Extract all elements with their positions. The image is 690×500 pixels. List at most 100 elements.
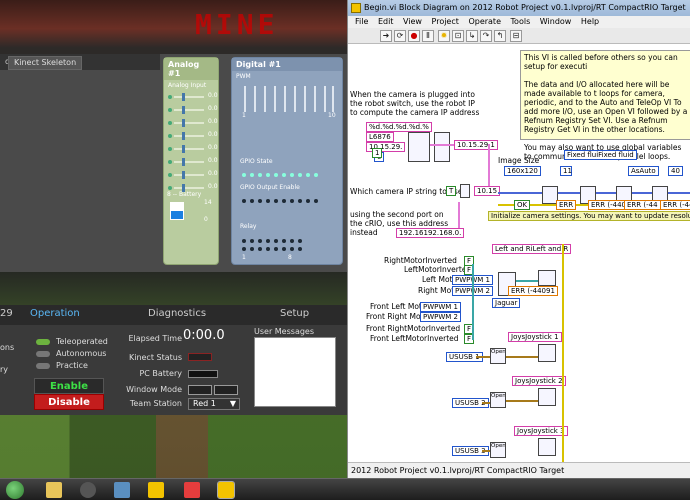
window-titlebar[interactable]: Begin.vi Block Diagram on 2012 Robot Pro… xyxy=(348,0,690,16)
format-into-string-node[interactable] xyxy=(408,132,430,162)
refnum-set-vi[interactable] xyxy=(538,270,556,286)
joystick-open-vi[interactable]: Open xyxy=(490,442,506,458)
radio-icon xyxy=(36,362,50,369)
drive-wire xyxy=(472,264,474,340)
motor-label: Front LeftMotorInverted xyxy=(370,334,459,343)
menu-project[interactable]: Project xyxy=(432,17,459,26)
relay-label: Relay xyxy=(240,223,257,230)
game-terrain xyxy=(0,408,347,478)
kinect-status-label: Kinect Status xyxy=(128,353,182,362)
relay-min: 1 xyxy=(242,254,246,261)
channel-slider-knob xyxy=(182,145,185,153)
pwm-constant-front-right[interactable]: PWPWM 2 xyxy=(420,312,462,322)
select-node[interactable] xyxy=(460,184,470,198)
align-icon[interactable]: ⊟ xyxy=(510,30,522,42)
pwm-max: 10 xyxy=(328,112,336,119)
step-over-icon[interactable]: ↷ xyxy=(480,30,492,42)
refnum-set-vi[interactable] xyxy=(538,438,556,456)
format-string-constant-2[interactable]: L6876 xyxy=(366,132,394,142)
menu-help[interactable]: Help xyxy=(581,17,599,26)
joystick-3-name[interactable]: JoysJoystick 3 xyxy=(514,426,568,436)
frc-icon[interactable] xyxy=(184,482,200,498)
mode-practice[interactable]: Practice xyxy=(36,361,88,371)
numeric-40-constant[interactable]: 40 xyxy=(668,166,683,176)
dashboard-panel: d Kinect Skeleton Analog #1 Analog Input… xyxy=(0,54,347,272)
run-icon[interactable]: ➜ xyxy=(380,30,392,42)
nav-setup-tab[interactable]: Setup xyxy=(280,308,309,319)
nav-operation-tab[interactable]: Operation xyxy=(30,308,80,319)
kinect-status-indicator xyxy=(188,353,212,361)
left-right-string[interactable]: Left and RiLeft and R xyxy=(492,244,572,254)
team-station-value: Red 1 xyxy=(193,399,216,408)
steam-icon[interactable] xyxy=(80,482,96,498)
step-out-icon[interactable]: ↰ xyxy=(494,30,506,42)
menu-window[interactable]: Window xyxy=(540,17,572,26)
alt-ip-constant[interactable]: 192.16192.168.0. xyxy=(396,228,465,238)
menu-tools[interactable]: Tools xyxy=(511,17,531,26)
diagram-comment-camera: When the camera is plugged into the robo… xyxy=(350,90,480,117)
joystick-open-vi[interactable]: Open xyxy=(490,392,506,408)
pwm-bar xyxy=(264,86,266,112)
mode-teleoperated[interactable]: Teleoperated xyxy=(36,337,108,347)
analog-rows: 0.0 0.0 0.0 0.0 0.0 0.0 0.0 0.0 xyxy=(164,91,218,195)
abort-icon[interactable]: ● xyxy=(408,30,420,42)
window-mode-docked-button[interactable] xyxy=(188,385,212,395)
highlight-execution-icon[interactable]: ✹ xyxy=(438,30,450,42)
fixed-fluid-constant[interactable]: Fixed fluiFixed fluid xyxy=(564,150,637,160)
run-continuous-icon[interactable]: ⟳ xyxy=(394,30,406,42)
team-station-select[interactable]: Red 1 ▼ xyxy=(188,398,240,410)
gpio-output-leds[interactable] xyxy=(242,196,337,203)
menu-view[interactable]: View xyxy=(403,17,422,26)
step-into-icon[interactable]: ↳ xyxy=(466,30,478,42)
refnum-set-vi[interactable] xyxy=(538,344,556,362)
joystick-2-name[interactable]: JoysJoystick 2 xyxy=(512,376,566,386)
joystick-open-vi[interactable]: Open xyxy=(490,348,506,364)
network-icon[interactable] xyxy=(114,482,130,498)
numeric-constant[interactable]: 11 xyxy=(560,166,572,176)
joystick-1-name[interactable]: JoysJoystick 1 xyxy=(508,332,562,342)
true-label: T xyxy=(449,187,454,195)
pwm-constant-front-left[interactable]: PWPWM 1 xyxy=(420,302,462,312)
format-string-constant[interactable]: %d.%d.%d.%d.% xyxy=(366,122,432,132)
menu-bar: File Edit View Project Operate Tools Win… xyxy=(348,16,690,28)
bool-constant[interactable]: 1 xyxy=(372,148,383,158)
concatenate-node[interactable] xyxy=(434,132,450,162)
team-number-partial: 29 xyxy=(0,308,13,319)
error-wire xyxy=(562,244,564,462)
menu-file[interactable]: File xyxy=(355,17,368,26)
battery-label: 8 -- Battery xyxy=(167,191,202,198)
driverstation-icon[interactable] xyxy=(217,481,235,499)
auto-constant[interactable]: AsAuto xyxy=(628,166,659,176)
error-cluster: ERR (-44 xyxy=(624,200,661,210)
block-diagram-canvas[interactable]: This VI is called before others so you c… xyxy=(348,44,690,462)
disable-button[interactable]: Disable xyxy=(34,394,104,410)
user-messages-box[interactable] xyxy=(254,337,336,407)
pwm-bar xyxy=(244,86,246,112)
mode-autonomous[interactable]: Autonomous xyxy=(36,349,106,359)
motor-label: LeftMotorInverted xyxy=(404,265,472,274)
labview-icon[interactable] xyxy=(148,482,164,498)
ip-select-output[interactable]: 10.15 xyxy=(474,186,501,196)
ip-string-constant[interactable]: 10.15.29.1 xyxy=(454,140,498,150)
tab-kinect-skeleton[interactable]: Kinect Skeleton xyxy=(8,56,83,70)
battery-max: 14 xyxy=(204,199,212,206)
refnum-set-vi[interactable] xyxy=(538,388,556,406)
nav-diagnostics-tab[interactable]: Diagnostics xyxy=(148,308,206,319)
start-button[interactable] xyxy=(6,481,24,499)
menu-edit[interactable]: Edit xyxy=(378,17,394,26)
window-mode-float-button[interactable] xyxy=(214,385,238,395)
retain-wire-values-icon[interactable]: ⊡ xyxy=(452,30,464,42)
image-size-constant[interactable]: 160x120 xyxy=(504,166,541,176)
explorer-icon[interactable] xyxy=(46,482,62,498)
pwm-min: 1 xyxy=(242,112,246,119)
jaguar-enum[interactable]: Jaguar xyxy=(492,298,521,308)
pause-icon[interactable]: Ⅱ xyxy=(422,30,434,42)
init-camera-banner: Initialize camera settings. You may want… xyxy=(488,211,690,221)
user-messages-label: User Messages xyxy=(254,327,315,336)
menu-operate[interactable]: Operate xyxy=(468,17,501,26)
taskbar xyxy=(0,478,690,500)
enable-button[interactable]: Enable xyxy=(34,378,104,394)
camera-ip-select-bool[interactable]: T xyxy=(446,186,457,196)
analog-channel-row: 0.0 xyxy=(168,130,218,143)
usb-wire xyxy=(476,356,490,358)
